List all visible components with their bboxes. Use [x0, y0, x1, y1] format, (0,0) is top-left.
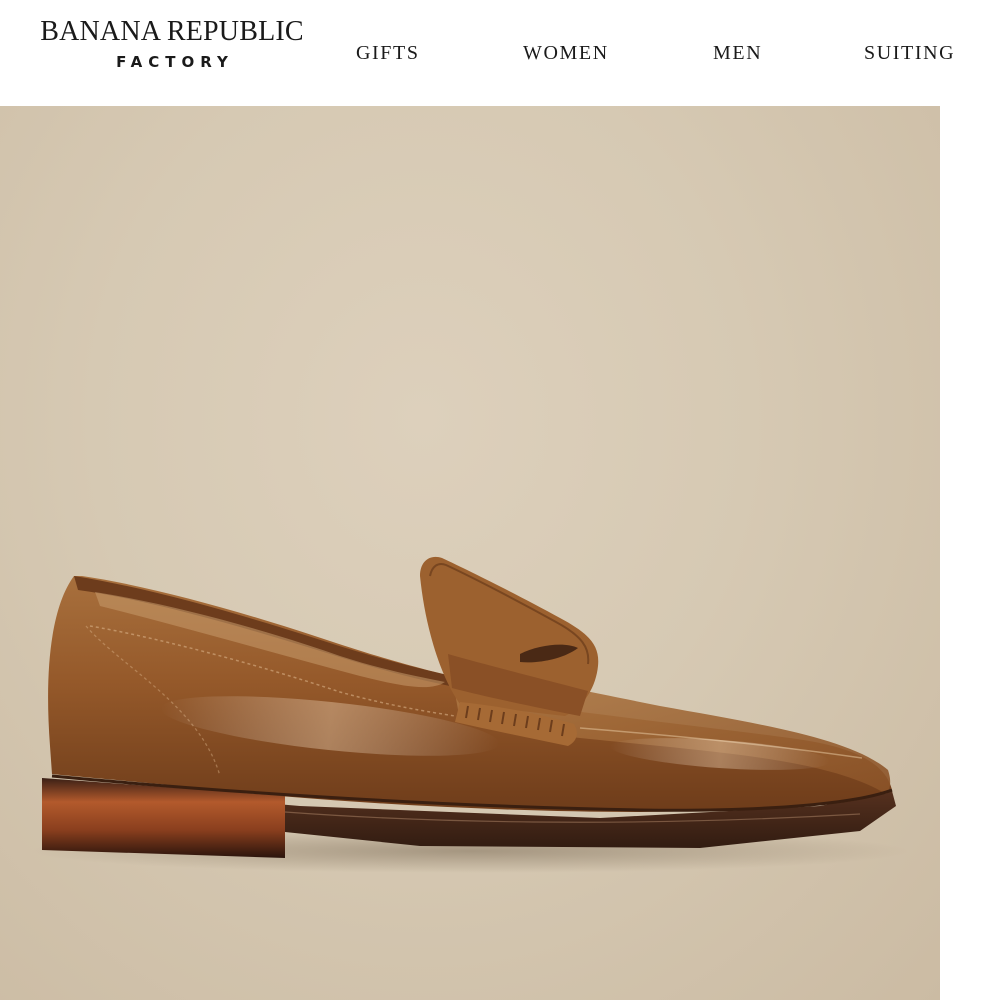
right-edge-spacer	[940, 106, 1000, 1000]
page: BANANA REPUBLIC FACTORY GIFTS WOMEN MEN …	[0, 0, 1000, 1000]
hero-banner[interactable]	[0, 106, 940, 1000]
main-nav: GIFTS WOMEN MEN SUITING	[0, 40, 1000, 66]
loafer-image	[30, 556, 910, 873]
nav-item-women[interactable]: WOMEN	[523, 40, 609, 66]
nav-item-gifts[interactable]: GIFTS	[356, 40, 420, 66]
nav-item-suiting[interactable]: SUITING	[864, 40, 955, 66]
site-header: BANANA REPUBLIC FACTORY GIFTS WOMEN MEN …	[0, 0, 1000, 106]
nav-item-men[interactable]: MEN	[713, 40, 762, 66]
